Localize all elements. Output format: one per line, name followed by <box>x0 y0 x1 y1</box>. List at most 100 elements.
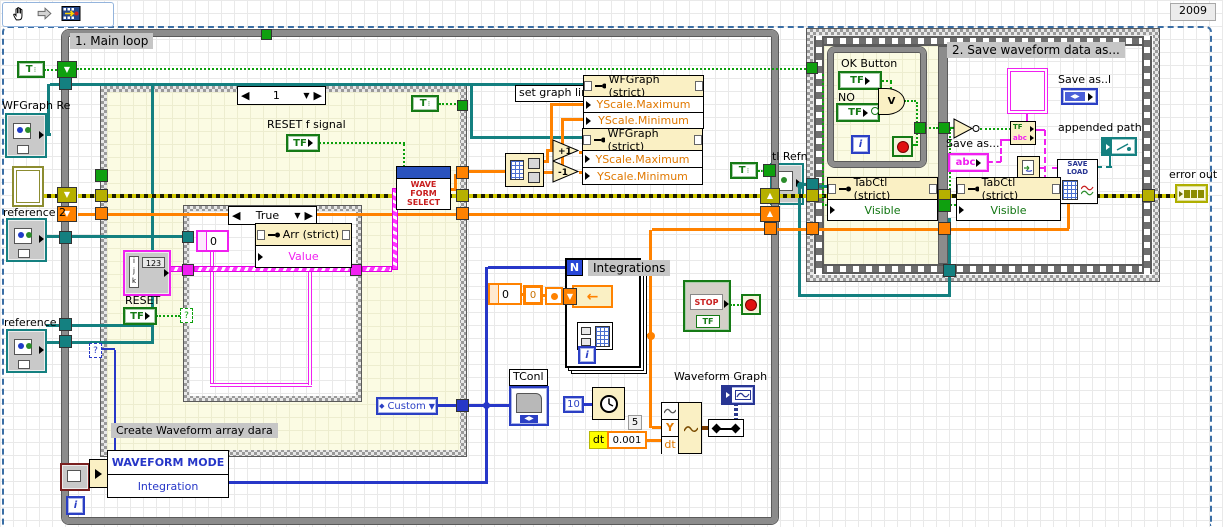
selector-dropdown-icon[interactable]: ▼ <box>303 91 309 100</box>
reset-terminal[interactable]: TF <box>123 307 157 325</box>
tabctl-property-node-2[interactable]: TabCtl (strict) Visible <box>956 176 1061 221</box>
select-node[interactable]: TF abc <box>1010 121 1036 145</box>
forloop-shift-register-left[interactable]: ▼ <box>563 288 577 305</box>
save-loop-condition-terminal[interactable] <box>892 136 913 157</box>
sequence-border-bottom[interactable] <box>814 264 1152 274</box>
structure-tunnel-orange[interactable] <box>806 222 819 235</box>
save-load-subvi[interactable]: SAVE LOAD <box>1057 159 1098 204</box>
reference2-icon[interactable] <box>6 218 47 262</box>
wave-form-select-subvi[interactable]: WAVE FORM SELECT <box>396 166 451 210</box>
property-row-yscale-max[interactable]: YScale.Maximum <box>583 97 704 113</box>
divider-tunnel-orange[interactable] <box>938 222 951 235</box>
feedback-node[interactable]: ← <box>572 285 613 308</box>
tunnel-teal[interactable] <box>59 318 72 331</box>
property-row-visible[interactable]: Visible <box>956 200 1061 221</box>
custom-enum-constant[interactable]: ◆ Custom ▼ <box>376 397 438 415</box>
property-row-visible[interactable]: Visible <box>827 200 938 221</box>
property-row-yscale-min[interactable]: YScale.Minimum <box>582 168 703 185</box>
divider-tunnel-green[interactable] <box>938 199 951 212</box>
while2-tunnel-green[interactable] <box>914 122 926 134</box>
shift-register-right-numeric[interactable]: ▲ <box>760 206 780 222</box>
wait-ms-node[interactable] <box>592 387 625 420</box>
arr-property-node[interactable]: Arr (strict) Value <box>255 223 352 268</box>
error-ring-constant[interactable] <box>12 166 44 207</box>
iteration-terminal[interactable]: i <box>66 496 85 515</box>
inner-tunnel-teal[interactable] <box>182 231 194 243</box>
selector-value[interactable]: True <box>244 209 290 222</box>
forloop-iteration-terminal[interactable]: i <box>578 346 596 364</box>
save-as-string-terminal[interactable]: abc <box>948 153 989 172</box>
wait-ms-constant[interactable]: 10 <box>563 396 584 413</box>
selector-next-icon[interactable]: ▶ <box>314 89 322 102</box>
case-selector[interactable]: ◀ 1 ▼ ▶ <box>237 86 326 105</box>
selector-next-icon[interactable]: ▶ <box>305 209 313 222</box>
reference-icon[interactable] <box>6 329 47 373</box>
waveform-graph-terminal[interactable] <box>721 385 755 405</box>
true-constant[interactable]: T ⁞ <box>17 61 45 78</box>
case-tunnel-error[interactable] <box>95 189 108 202</box>
shift-register-left-error[interactable]: ▼ <box>57 187 77 203</box>
loop-tunnel-green[interactable] <box>763 164 776 177</box>
array-constant-0[interactable]: 0 <box>196 230 229 252</box>
array-to-cluster-bar[interactable] <box>708 419 744 437</box>
true-constant[interactable]: T ⁞ <box>730 162 758 179</box>
inner-tunnel-pink[interactable] <box>182 264 194 276</box>
appended-path-terminal[interactable] <box>1101 137 1137 156</box>
tunnel-teal[interactable] <box>59 335 72 348</box>
shift-register-left-boolean[interactable]: ▼ <box>57 61 77 78</box>
tunnel-teal[interactable] <box>59 77 72 90</box>
true-constant[interactable]: T ⁞ <box>411 95 439 112</box>
error-out-terminal[interactable] <box>1175 184 1208 203</box>
unwired-tunnel[interactable]: ? <box>180 308 193 323</box>
integration-row[interactable]: Integration <box>107 475 229 498</box>
dt-constant[interactable]: 0.001 <box>607 431 647 449</box>
waveform-mode-node[interactable]: WAVEFORM MODE Integration <box>107 450 229 498</box>
tunnel-green-top[interactable] <box>261 29 272 40</box>
wfgraph-ref-icon[interactable] <box>5 113 47 158</box>
forward-arrow-tool-icon[interactable] <box>36 6 53 24</box>
property-row-value[interactable]: Value <box>255 246 352 268</box>
divider-tunnel-green[interactable] <box>938 122 950 134</box>
increment-node[interactable]: +1 <box>552 139 580 162</box>
case-tunnel-green[interactable] <box>95 169 108 182</box>
save-as-ring-terminal[interactable]: ◀▶ <box>1061 88 1098 105</box>
save-loop-iteration-terminal[interactable]: i <box>851 135 870 154</box>
property-row-yscale-max[interactable]: YScale.Maximum <box>582 151 703 168</box>
empty-string-constant[interactable] <box>1010 71 1045 111</box>
reset-subvi-icon[interactable]: i j k 123 <box>123 250 171 296</box>
structure-tunnel-green[interactable] <box>806 62 818 74</box>
tabctl-property-node-1[interactable]: TabCtl (strict) Visible <box>827 176 938 221</box>
case-tunnel-orange[interactable] <box>95 207 108 220</box>
shift-register-right-error[interactable]: ▲ <box>760 188 780 204</box>
loop-condition-terminal[interactable] <box>741 294 761 315</box>
numeric-constant-0[interactable]: 0 <box>523 285 543 305</box>
unwired-tunnel-blue[interactable]: ? <box>89 343 102 358</box>
ok-button-terminal[interactable]: TF <box>838 71 882 90</box>
selector-prev-icon[interactable]: ◀ <box>232 209 240 222</box>
reset-f-signal-terminal[interactable]: TF <box>286 134 320 152</box>
wfgraph-property-node-1[interactable]: WFGraph (strict) YScale.Maximum YScale.M… <box>583 73 704 129</box>
case-tunnel-orange[interactable] <box>456 207 469 220</box>
diagram-tool-icon[interactable] <box>61 5 81 25</box>
waveform-mode-enum-icon[interactable] <box>60 463 90 491</box>
case-tunnel-blue[interactable] <box>456 399 469 412</box>
selector-dropdown-icon[interactable]: ▼ <box>294 211 300 220</box>
case-tunnel-orange[interactable] <box>456 166 469 179</box>
loop-tunnel-orange[interactable] <box>764 222 777 235</box>
wfgraph-property-node-2[interactable]: WFGraph (strict) YScale.Maximum YScale.M… <box>582 127 703 185</box>
sequence-border-right[interactable] <box>1142 36 1152 274</box>
shift-register-initializer[interactable] <box>545 287 563 305</box>
count-terminal[interactable]: N <box>566 259 583 276</box>
tunnel-teal[interactable] <box>59 231 72 244</box>
build-waveform-node[interactable]: Y dt <box>661 402 702 454</box>
selector-value[interactable]: 1 <box>253 89 299 102</box>
sequence-tunnel-error[interactable] <box>1142 189 1155 202</box>
not-gate[interactable] <box>953 118 981 139</box>
structure-tunnel-error[interactable] <box>806 189 819 202</box>
selector-prev-icon[interactable]: ◀ <box>241 89 249 102</box>
hand-tool-icon[interactable] <box>11 5 28 25</box>
sequence-tunnel-teal[interactable] <box>943 264 956 277</box>
array-constant-0[interactable]: 0 <box>488 283 522 305</box>
decrement-node[interactable]: -1 <box>552 160 580 183</box>
case-tunnel-green-small[interactable] <box>457 100 468 111</box>
